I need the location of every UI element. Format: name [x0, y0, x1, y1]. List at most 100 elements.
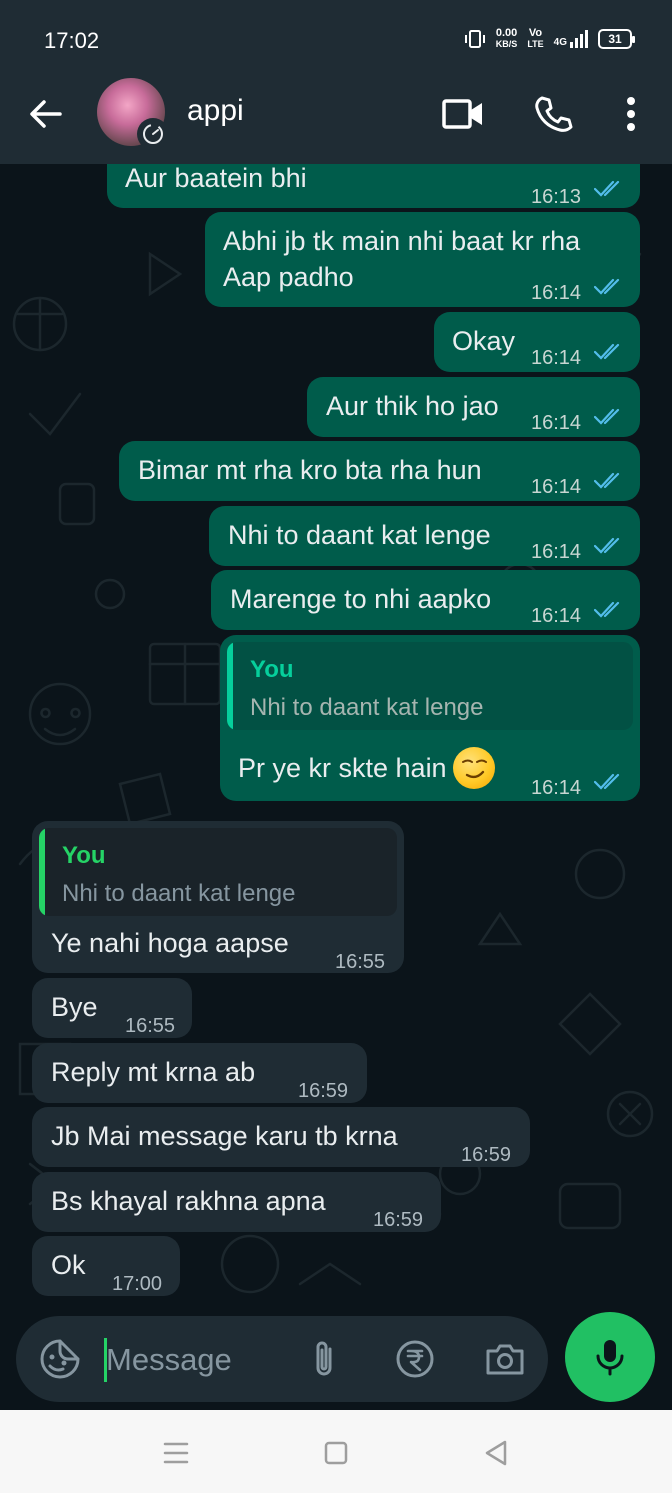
more-vert-icon	[627, 97, 635, 131]
message-time: 16:55	[125, 1015, 176, 1037]
chat-header: appi	[0, 78, 672, 164]
read-receipt-icon	[594, 408, 620, 425]
recents-menu-icon[interactable]	[161, 1438, 191, 1468]
read-receipt-icon	[594, 773, 620, 790]
message-text: Bimar mt rha kro bta rha hun	[138, 455, 482, 485]
volte-label: Vo	[528, 27, 543, 39]
read-receipt-icon	[594, 343, 620, 360]
quote-accent-bar	[39, 828, 45, 916]
home-icon[interactable]	[321, 1438, 351, 1468]
message-text: Bs khayal rakhna apna	[51, 1186, 326, 1216]
message-text: Marenge to nhi aapko	[230, 584, 492, 614]
battery-icon: 31	[598, 29, 635, 49]
message-time: 16:59	[298, 1080, 349, 1102]
message-bubble-outgoing[interactable]: Okay 16:14	[434, 312, 640, 372]
phone-icon	[535, 96, 573, 132]
quote-text: Nhi to daant kat lenge	[62, 880, 296, 907]
message-time: 16:59	[373, 1209, 424, 1231]
message-time: 16:14	[531, 476, 582, 498]
message-bubble-outgoing[interactable]: Aur baatein bhi 16:13	[107, 164, 640, 208]
message-bubble-outgoing[interactable]: Nhi to daant kat lenge 16:14	[209, 506, 640, 566]
status-icons: 0.00 KB/S Vo LTE 4G 31	[464, 28, 635, 50]
payment-button[interactable]	[393, 1337, 437, 1381]
message-time: 16:14	[531, 347, 582, 369]
message-text: Abhi jb tk main nhi baat kr rha Aap padh…	[223, 226, 581, 292]
message-time: 16:14	[531, 541, 582, 563]
network-type: 4G	[553, 37, 567, 48]
message-time: 17:00	[112, 1273, 163, 1295]
paperclip-icon	[316, 1341, 332, 1376]
message-bubble-outgoing[interactable]: Marenge to nhi aapko 16:14	[211, 570, 640, 630]
video-call-icon	[442, 99, 482, 129]
message-time: 16:14	[531, 777, 582, 799]
message-content: Pr ye kr skte hain	[238, 747, 495, 789]
message-text: Pr ye kr skte hain	[238, 753, 447, 783]
status-time: 17:02	[44, 28, 100, 53]
read-receipt-icon	[594, 472, 620, 489]
voice-message-button[interactable]	[565, 1312, 655, 1402]
attach-button[interactable]	[302, 1337, 346, 1381]
vibrate-icon	[464, 30, 485, 48]
quote-accent-bar	[227, 642, 233, 730]
message-text: Aur baatein bhi	[125, 164, 307, 193]
message-time: 16:14	[531, 412, 582, 434]
read-receipt-icon	[594, 537, 620, 554]
arrow-left-icon	[30, 100, 62, 128]
message-input[interactable]	[106, 1338, 286, 1382]
net-speed: 0.00 KB/S	[496, 28, 518, 50]
quoted-message[interactable]: You Nhi to daant kat lenge	[227, 642, 633, 730]
message-text: Jb Mai message karu tb krna	[51, 1121, 398, 1151]
net-speed-unit: KB/S	[495, 39, 518, 49]
quote-author: You	[62, 842, 106, 869]
quoted-message[interactable]: You Nhi to daant kat lenge	[39, 828, 397, 916]
back-nav-icon[interactable]	[481, 1438, 511, 1468]
message-bubble-outgoing-reply[interactable]: You Nhi to daant kat lenge Pr ye kr skte…	[220, 635, 640, 801]
net-speed-value: 0.00	[495, 27, 518, 39]
message-bubble-incoming[interactable]: Jb Mai message karu tb krna 16:59	[32, 1107, 530, 1167]
message-bubble-incoming[interactable]: Bs khayal rakhna apna 16:59	[32, 1172, 441, 1232]
signal-strength: 4G	[554, 30, 588, 48]
video-call-button[interactable]	[441, 92, 485, 136]
disappearing-timer-icon	[137, 118, 169, 150]
message-text: Ok	[51, 1250, 86, 1280]
signal-bars-icon	[570, 30, 588, 48]
battery-level: 31	[608, 32, 622, 46]
message-time: 16:14	[531, 605, 582, 627]
system-nav-bar	[0, 1410, 672, 1493]
message-text: Ye nahi hoga aapse	[51, 928, 289, 958]
message-bubble-outgoing[interactable]: Aur thik ho jao 16:14	[307, 377, 640, 437]
back-button[interactable]	[26, 94, 66, 134]
volte-indicator: Vo LTE	[527, 28, 543, 50]
message-text: Okay	[452, 326, 516, 356]
message-text: Nhi to daant kat lenge	[228, 520, 491, 550]
message-time: 16:14	[531, 282, 582, 304]
message-bubble-incoming[interactable]: Bye 16:55	[32, 978, 192, 1038]
message-time: 16:59	[461, 1144, 512, 1166]
quote-text: Nhi to daant kat lenge	[250, 694, 484, 721]
message-text: Reply mt krna ab	[51, 1057, 256, 1087]
message-time: 16:55	[335, 951, 386, 973]
message-bubble-incoming[interactable]: Reply mt krna ab 16:59	[32, 1043, 367, 1103]
camera-button[interactable]	[483, 1337, 527, 1381]
message-bubble-outgoing[interactable]: Bimar mt rha kro bta rha hun 16:14	[119, 441, 640, 501]
voice-call-button[interactable]	[531, 92, 575, 136]
volte-sub-label: LTE	[527, 39, 544, 49]
message-bubble-outgoing[interactable]: Abhi jb tk main nhi baat kr rha Aap padh…	[205, 212, 640, 307]
sticker-icon	[40, 1339, 80, 1379]
sticker-button[interactable]	[38, 1337, 82, 1381]
message-bubble-incoming[interactable]: Ok 17:00	[32, 1236, 180, 1296]
message-bubble-incoming-reply[interactable]: You Nhi to daant kat lenge Ye nahi hoga …	[32, 821, 404, 973]
message-list[interactable]: Aur baatein bhi 16:13 Abhi jb tk main nh…	[0, 164, 672, 1310]
composer-bar	[16, 1316, 548, 1402]
smirking-face-icon	[452, 747, 495, 789]
status-bar: 17:02 0.00 KB/S Vo LTE 4G 31	[0, 0, 672, 80]
camera-icon	[486, 1344, 524, 1375]
contact-name[interactable]: appi	[187, 94, 244, 128]
mic-icon	[596, 1340, 624, 1376]
message-text: Bye	[51, 992, 98, 1022]
message-time: 16:13	[531, 186, 582, 208]
read-receipt-icon	[594, 180, 620, 197]
read-receipt-icon	[594, 601, 620, 618]
overflow-menu-button[interactable]	[609, 92, 653, 136]
rupee-icon	[396, 1340, 434, 1378]
